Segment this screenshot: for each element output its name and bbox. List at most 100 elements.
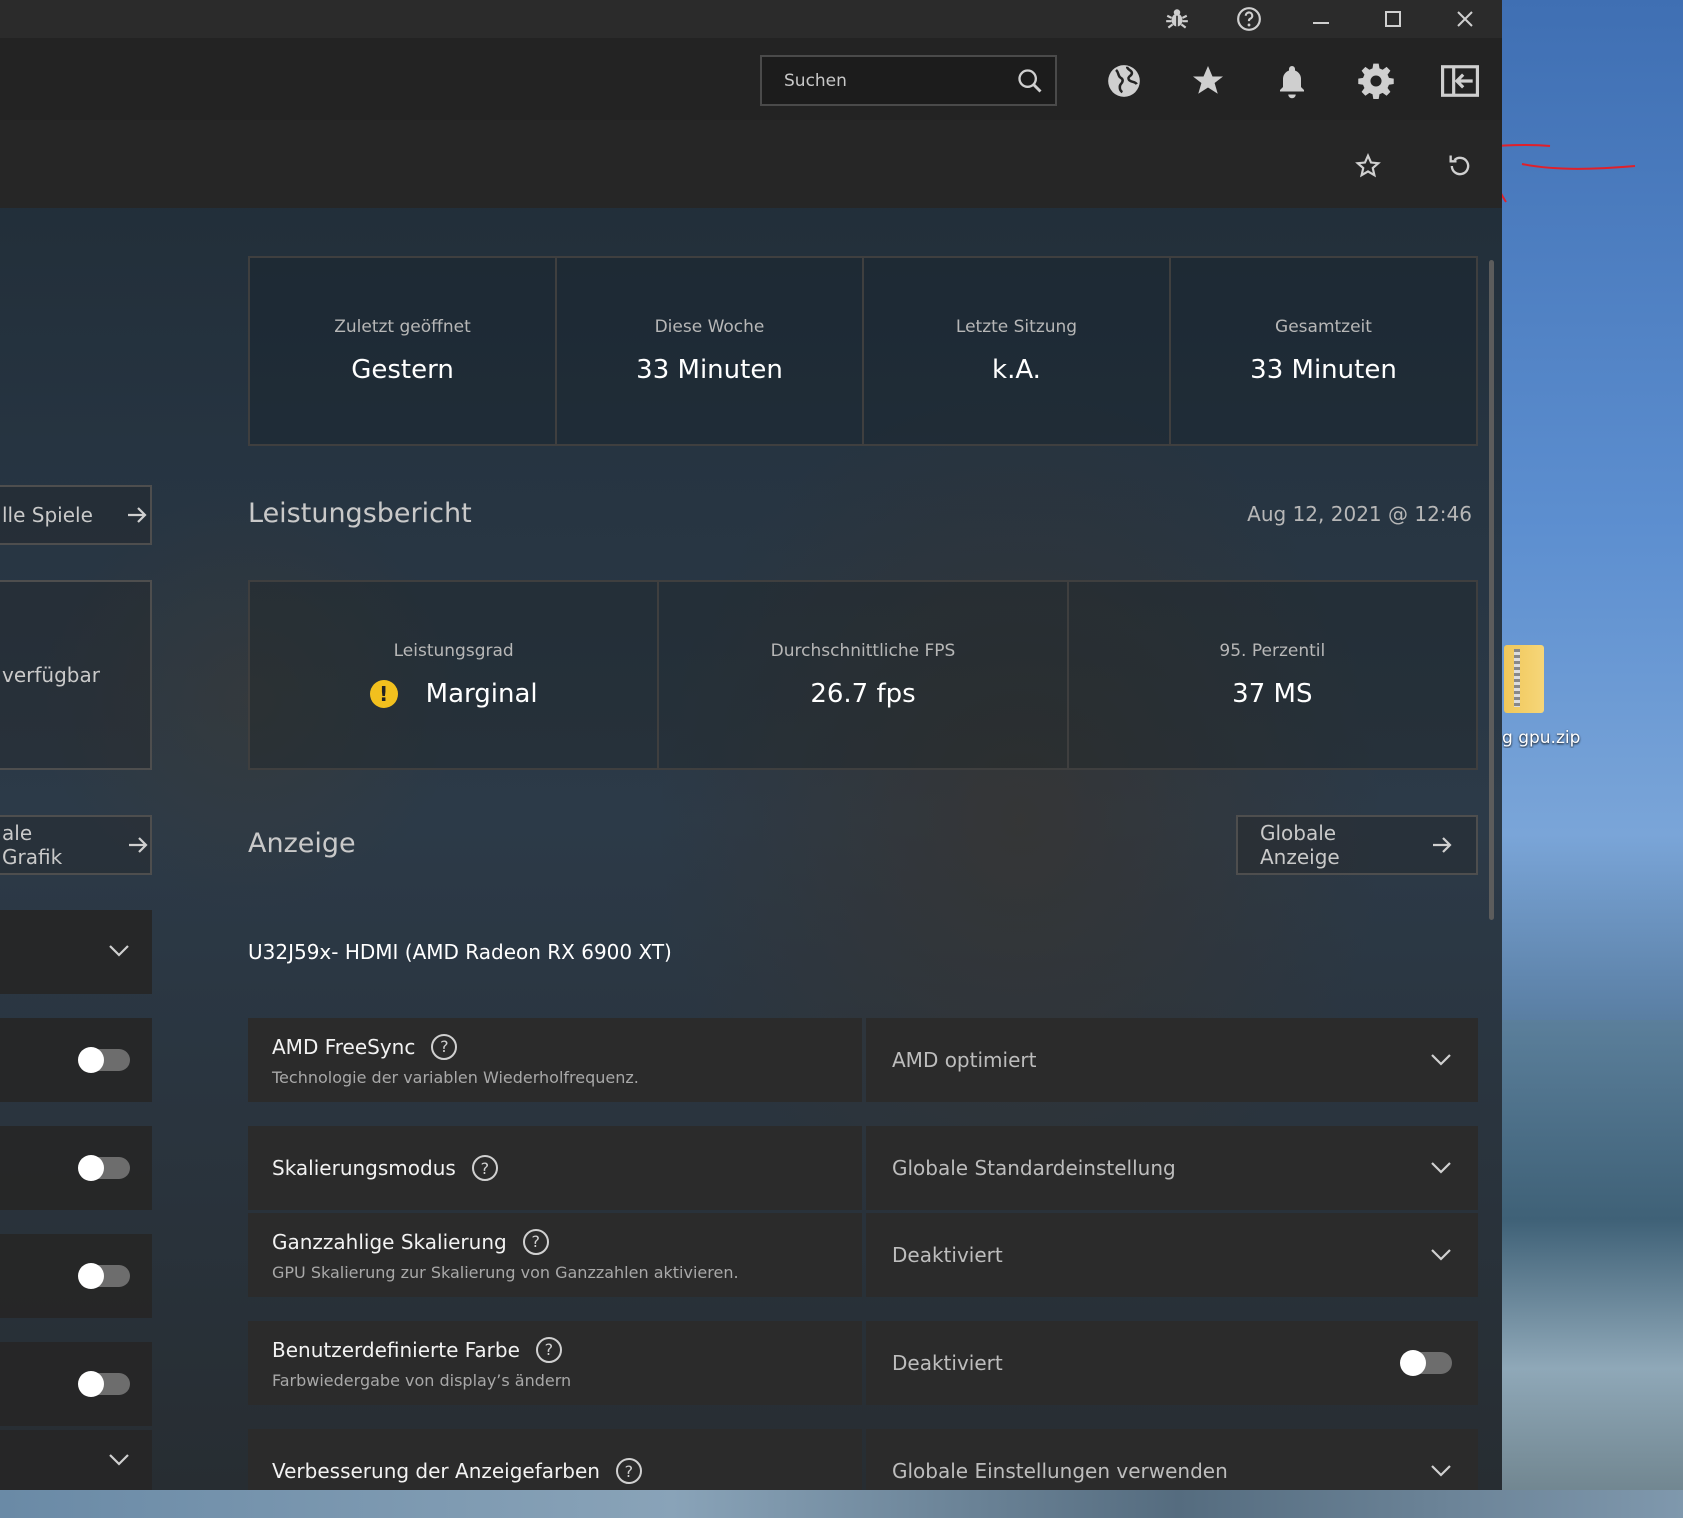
perf-average-fps: Durchschnittliche FPS 26.7 fps: [659, 582, 1069, 768]
perf-value: 37 MS: [1232, 679, 1313, 709]
setting-integer-scaling: Ganzzahlige Skalierung? GPU Skalierung z…: [248, 1213, 1478, 1297]
arrow-right-icon: [126, 833, 150, 857]
chevron-down-icon: [108, 943, 130, 962]
gear-icon[interactable]: [1353, 58, 1399, 104]
setting-title: Benutzerdefinierte Farbe: [272, 1337, 520, 1362]
help-icon[interactable]: ?: [522, 1228, 549, 1255]
global-display-button[interactable]: Globale Anzeige: [1236, 815, 1478, 875]
toggle-switch[interactable]: [78, 1371, 130, 1397]
setting-description: Technologie der variablen Wiederholfrequ…: [272, 1067, 639, 1087]
left-toggle-row[interactable]: [0, 1342, 152, 1426]
setting-custom-color: Benutzerdefinierte Farbe? Farbwiedergabe…: [248, 1321, 1478, 1405]
chevron-down-icon: [1430, 1459, 1452, 1483]
left-toggle-row[interactable]: [0, 1126, 152, 1210]
bug-icon[interactable]: [1141, 0, 1213, 38]
sidebar-collapse-icon[interactable]: [1437, 58, 1483, 104]
app-window: Zuletzt geöffnet Gestern Diese Woche 33 …: [0, 0, 1502, 1490]
dropdown-value: Deaktiviert: [892, 1243, 1003, 1267]
stat-value: Gestern: [351, 355, 454, 385]
stat-value: 33 Minuten: [636, 355, 783, 385]
title-bar: [0, 0, 1502, 38]
globe-icon[interactable]: [1101, 58, 1147, 104]
help-icon[interactable]: ?: [615, 1458, 642, 1484]
top-toolbar: [0, 38, 1502, 120]
monitor-name: U32J59x- HDMI (AMD Radeon RX 6900 XT): [248, 940, 672, 964]
global-graphics-button[interactable]: ale Grafik: [0, 815, 152, 875]
custom-color-toggle[interactable]: [1400, 1350, 1452, 1376]
minimize-icon[interactable]: [1285, 0, 1357, 38]
left-dropdown-row[interactable]: [0, 1430, 152, 1490]
perf-grade: Leistungsgrad ! Marginal: [250, 582, 660, 768]
perf-label: Leistungsgrad: [393, 641, 514, 661]
help-icon[interactable]: ?: [471, 1155, 498, 1181]
display-section-title: Anzeige: [248, 828, 356, 859]
scaling-mode-dropdown[interactable]: Globale Standardeinstellung: [866, 1126, 1478, 1210]
left-toggle-row[interactable]: [0, 1234, 152, 1318]
toggle-switch[interactable]: [78, 1155, 130, 1181]
scrollbar[interactable]: [1489, 260, 1494, 920]
chevron-down-icon: [1430, 1156, 1452, 1180]
stat-total-time: Gesamtzeit 33 Minuten: [1171, 258, 1476, 444]
help-icon[interactable]: ?: [431, 1033, 458, 1060]
all-games-button[interactable]: lle Spiele: [0, 485, 152, 545]
favorite-outline-icon[interactable]: [1348, 146, 1388, 186]
setting-label-area: Verbesserung der Anzeigefarben?: [248, 1429, 862, 1490]
stat-label: Gesamtzeit: [1275, 317, 1372, 337]
left-dropdown-row[interactable]: [0, 910, 152, 994]
stat-label: Letzte Sitzung: [955, 317, 1078, 337]
color-enhancement-dropdown[interactable]: Globale Einstellungen verwenden: [866, 1429, 1478, 1490]
setting-label-area: Skalierungsmodus?: [248, 1126, 862, 1210]
setting-title: Verbesserung der Anzeigefarben: [272, 1459, 600, 1483]
reset-icon[interactable]: [1440, 146, 1480, 186]
setting-scaling-mode: Skalierungsmodus? Globale Standardeinste…: [248, 1126, 1478, 1210]
performance-report-title: Leistungsbericht: [248, 498, 472, 529]
desktop-file-label[interactable]: g gpu.zip: [1502, 728, 1683, 748]
desktop-wallpaper-sea: [1502, 1020, 1683, 1518]
help-icon[interactable]: ?: [535, 1336, 562, 1363]
help-icon[interactable]: [1213, 0, 1285, 38]
unavailable-panel: verfügbar: [0, 580, 152, 770]
dropdown-value: AMD optimiert: [892, 1048, 1037, 1072]
all-games-label: lle Spiele: [2, 503, 93, 527]
bell-icon[interactable]: [1269, 58, 1315, 104]
setting-description: Farbwiedergabe von display’s ändern: [272, 1370, 572, 1390]
setting-color-enhancement: Verbesserung der Anzeigefarben? Globale …: [248, 1429, 1478, 1490]
chevron-down-icon: [108, 1452, 130, 1471]
toggle-switch[interactable]: [78, 1263, 130, 1289]
dropdown-value: Globale Standardeinstellung: [892, 1156, 1176, 1180]
perf-label: 95. Perzentil: [1219, 641, 1326, 661]
global-graphics-label: ale Grafik: [2, 821, 63, 869]
performance-report: Leistungsgrad ! Marginal Durchschnittlic…: [248, 580, 1478, 770]
dropdown-value: Globale Einstellungen verwenden: [892, 1459, 1228, 1483]
setting-label-area: Benutzerdefinierte Farbe? Farbwiedergabe…: [248, 1321, 862, 1405]
setting-label-area: AMD FreeSync? Technologie der variablen …: [248, 1018, 862, 1102]
perf-95th-percentile: 95. Perzentil 37 MS: [1069, 582, 1476, 768]
freesync-dropdown[interactable]: AMD optimiert: [866, 1018, 1478, 1102]
stat-last-session: Letzte Sitzung k.A.: [864, 258, 1171, 444]
stat-value: k.A.: [992, 355, 1041, 385]
custom-color-control: Deaktiviert: [866, 1321, 1478, 1405]
maximize-icon[interactable]: [1357, 0, 1429, 38]
setting-title: Skalierungsmodus: [272, 1156, 456, 1180]
search-input[interactable]: [762, 57, 1005, 104]
arrow-right-icon: [1430, 833, 1454, 857]
stat-label: Zuletzt geöffnet: [334, 317, 471, 337]
integer-scaling-dropdown[interactable]: Deaktiviert: [866, 1213, 1478, 1297]
sub-toolbar: [0, 120, 1502, 208]
search-box[interactable]: [760, 55, 1057, 106]
toggle-switch[interactable]: [78, 1047, 130, 1073]
setting-freesync: AMD FreeSync? Technologie der variablen …: [248, 1018, 1478, 1102]
perf-value: Marginal: [425, 679, 538, 709]
setting-label-area: Ganzzahlige Skalierung? GPU Skalierung z…: [248, 1213, 862, 1297]
close-icon[interactable]: [1429, 0, 1501, 38]
global-display-label: Globale Anzeige: [1260, 821, 1340, 869]
search-icon[interactable]: [1005, 57, 1055, 104]
star-icon[interactable]: [1185, 58, 1231, 104]
left-toggle-row[interactable]: [0, 1018, 152, 1102]
chevron-down-icon: [1430, 1048, 1452, 1072]
zip-file-icon[interactable]: [1504, 645, 1544, 713]
perf-label: Durchschnittliche FPS: [770, 641, 956, 661]
setting-description: GPU Skalierung zur Skalierung von Ganzza…: [272, 1262, 739, 1282]
unavailable-label: verfügbar: [2, 663, 100, 687]
stat-last-opened: Zuletzt geöffnet Gestern: [250, 258, 557, 444]
